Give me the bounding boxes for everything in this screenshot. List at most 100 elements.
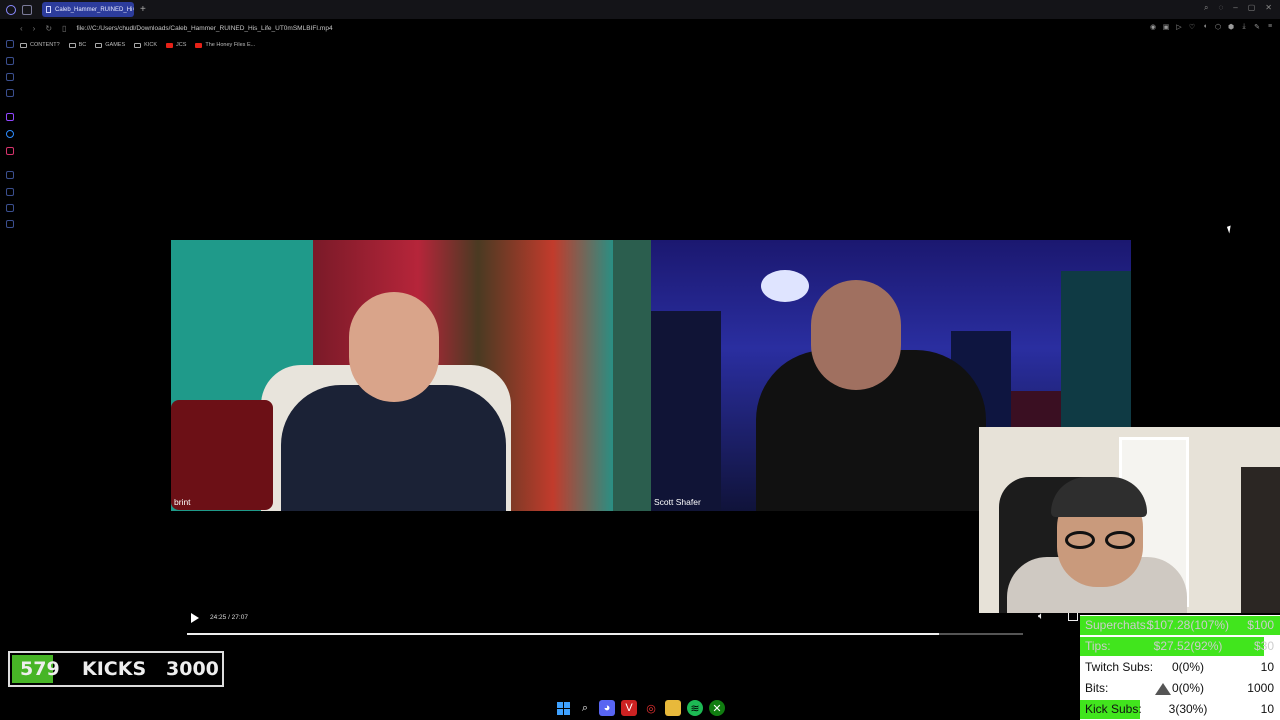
twitch-icon[interactable] — [6, 113, 14, 121]
stat-goal: 1000 — [1247, 681, 1274, 695]
address-bar: ‹ › ↻ ▯ file:///C:/Users/chudl/Downloads… — [20, 20, 1280, 36]
url-field[interactable]: file:///C:/Users/chudl/Downloads/Caleb_H… — [76, 25, 332, 32]
browser-logo-icon[interactable] — [6, 4, 16, 15]
menu-icon[interactable]: ≡ — [1266, 23, 1274, 31]
spotify-icon[interactable]: ≋ — [687, 700, 703, 716]
video-panel-left: brint — [171, 240, 651, 511]
person-head — [811, 280, 901, 390]
progress-fill — [187, 633, 940, 635]
red-drum — [171, 400, 273, 510]
chrome-icon[interactable]: ◎ — [643, 700, 659, 716]
folder-icon — [134, 42, 142, 48]
bookmark-link[interactable]: JCS — [166, 42, 186, 48]
history-icon[interactable] — [6, 171, 14, 179]
stat-amount: 0(0%) — [1171, 681, 1204, 695]
streamer-cap — [1051, 477, 1147, 517]
downloads-panel-icon[interactable] — [6, 204, 14, 212]
stat-amount: 3(30%) — [1168, 702, 1208, 716]
sidebar-settings-icon[interactable] — [6, 220, 14, 228]
cube-icon[interactable]: ⬢ — [1227, 23, 1235, 31]
stat-goal: 10 — [1260, 702, 1274, 716]
playback-time: 24:25 / 27:07 — [210, 614, 248, 621]
file-explorer-icon[interactable] — [665, 700, 681, 716]
kicks-goal-bar: 579 KICKS 3000 — [8, 651, 224, 687]
progress-bar[interactable] — [187, 633, 1023, 635]
participant-name-right: Scott Shafer — [654, 497, 701, 507]
new-tab-icon[interactable]: + — [140, 4, 146, 15]
close-tab-icon[interactable]: × — [132, 7, 134, 13]
settings-icon[interactable]: ◌ — [1219, 3, 1224, 13]
person-body — [281, 385, 506, 511]
reload-icon[interactable]: ↻ — [45, 24, 52, 33]
bookmarks-panel-icon[interactable] — [6, 57, 14, 65]
start-icon[interactable] — [555, 700, 571, 716]
person-head — [349, 292, 439, 402]
maximize-icon[interactable]: ▢ — [1248, 3, 1256, 13]
donation-stats: Superchats: $107.28(107%) $100 Tips: $27… — [1080, 615, 1280, 720]
stat-row-bits: Bits: 0(0%) 1000 — [1080, 678, 1280, 699]
close-window-icon[interactable]: ✕ — [1265, 3, 1272, 13]
xbox-icon[interactable]: ✕ — [709, 700, 725, 716]
window-controls: ⌕ ◌ – ▢ ✕ — [1204, 3, 1272, 13]
ai-icon[interactable]: ✎ — [1253, 23, 1261, 31]
stat-amount: $27.52(92%) — [1153, 639, 1223, 653]
search-tabs-icon[interactable]: ⌕ — [1204, 3, 1208, 13]
bat-signal — [761, 270, 809, 302]
minimize-icon[interactable]: – — [1233, 3, 1237, 13]
instagram-icon[interactable] — [6, 147, 14, 155]
stat-row-twitch-subs: Twitch Subs: 0(0%) 10 — [1080, 657, 1280, 678]
stat-row-kick-subs: Kick Subs: 3(30%) 10 — [1080, 699, 1280, 720]
taskbar: ⌕ ◕ V ◎ ≋ ✕ — [540, 698, 740, 718]
bookmark-folder[interactable]: CONTENT? — [20, 42, 60, 48]
search-icon[interactable]: ⌕ — [577, 700, 593, 716]
back-icon[interactable]: ‹ — [20, 24, 23, 33]
kicks-current: 579 — [20, 658, 60, 680]
download-icon[interactable]: ⤓ — [1240, 23, 1248, 31]
extension-icon[interactable]: ⬡ — [1214, 23, 1222, 31]
tab-manager-icon[interactable] — [22, 4, 32, 15]
speaker-icon[interactable]: ◖ — [1201, 23, 1209, 31]
streamer-glasses — [1063, 531, 1139, 549]
bookmark-folder[interactable]: KICK — [134, 42, 157, 48]
tab-active[interactable]: Caleb_Hammer_RUINED_Hi × — [42, 2, 134, 17]
favorite-icon[interactable]: ♡ — [1188, 23, 1196, 31]
browser-sidebar — [0, 19, 20, 659]
bookmark-link[interactable]: The Honey Files E... — [195, 42, 255, 48]
player-controls: 24:25 / 27:07 🔈︎ — [186, 611, 1086, 625]
kicks-label: KICKS — [82, 658, 147, 680]
reading-list-icon[interactable] — [6, 188, 14, 196]
toolbar-icons: ◉ ▣ ▷ ♡ ◖ ⬡ ⬢ ⤓ ✎ ≡ — [1149, 23, 1274, 31]
stat-amount: $107.28(107%) — [1146, 618, 1230, 632]
speed-dial-icon[interactable] — [6, 40, 14, 48]
vivaldi-icon[interactable]: V — [621, 700, 637, 716]
snapshot-icon[interactable]: ▣ — [1162, 23, 1170, 31]
stat-label: Tips: — [1085, 639, 1111, 653]
page-icon: ▯ — [62, 23, 67, 33]
stat-amount: 0(0%) — [1171, 660, 1204, 674]
folder-icon — [20, 42, 27, 48]
mail-icon[interactable] — [6, 73, 14, 81]
stat-row-superchats: Superchats: $107.28(107%) $100 — [1080, 615, 1280, 636]
stat-row-tips: Tips: $27.52(92%) $30 — [1080, 636, 1280, 657]
notes-icon[interactable] — [6, 89, 14, 97]
discord-icon[interactable]: ◕ — [599, 700, 615, 716]
bookmark-folder[interactable]: GAMES — [95, 42, 125, 48]
hanging-coat — [1241, 467, 1280, 613]
stat-label: Kick Subs: — [1085, 702, 1142, 716]
webcam-overlay — [979, 427, 1280, 613]
stat-goal: $100 — [1247, 618, 1274, 632]
bookmark-folder[interactable]: BC — [68, 42, 86, 48]
play-media-icon[interactable]: ▷ — [1175, 23, 1183, 31]
reader-icon[interactable]: ◉ — [1149, 23, 1157, 31]
stat-label: Bits: — [1085, 681, 1109, 695]
messenger-icon[interactable] — [6, 130, 14, 138]
tab-bar: Caleb_Hammer_RUINED_Hi × + ⌕ ◌ – ▢ ✕ — [0, 0, 1280, 19]
screen: Caleb_Hammer_RUINED_Hi × + ⌕ ◌ – ▢ ✕ ‹ ›… — [0, 0, 1280, 720]
document-icon — [46, 6, 51, 13]
bookmarks-bar: CONTENT? BC GAMES KICK JCS The Honey Fil… — [20, 39, 255, 51]
mouse-cursor-icon — [1226, 225, 1234, 234]
play-icon[interactable] — [191, 613, 199, 623]
kicks-goal: 3000 — [166, 658, 219, 680]
participant-name-left: brint — [174, 497, 191, 507]
forward-icon[interactable]: › — [33, 24, 36, 33]
